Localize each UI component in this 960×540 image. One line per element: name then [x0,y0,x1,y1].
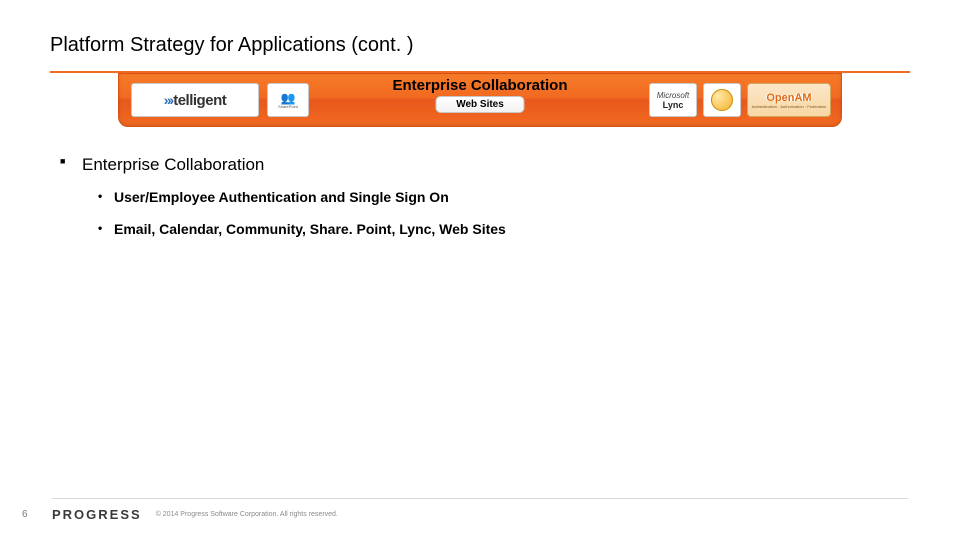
sharepoint-logo: 👥 SharePoint [267,83,309,117]
bullet-level2: Email, Calendar, Community, Share. Point… [114,221,910,237]
slide-footer: 6 PROGRESS © 2014 Progress Software Corp… [0,498,960,522]
collab-banner: »›telligent 👥 SharePoint Enterprise Coll… [118,73,842,127]
openam-logo: OpenAM Authentication · Authorization · … [747,83,831,117]
bullet-l1-text: Enterprise Collaboration [82,155,264,174]
telligent-logo: »›telligent [131,83,259,117]
bullet-level2: User/Employee Authentication and Single … [114,189,910,205]
sharepoint-text: SharePoint [278,104,298,109]
telligent-text: telligent [173,92,226,109]
openam-text: OpenAM [766,92,811,104]
slide-title: Platform Strategy for Applications (cont… [50,34,910,57]
people-icon: 👥 [281,92,296,104]
page-number: 6 [22,509,52,520]
progress-logo: PROGRESS [52,507,142,522]
lync-logo: Microsoft Lync [649,83,697,117]
banner-chip: Web Sites [435,96,525,113]
copyright-text: © 2014 Progress Software Corporation. Al… [156,511,338,518]
lync-text: Lync [663,100,684,110]
outlook-logo [703,83,741,117]
content-area: Enterprise Collaboration User/Employee A… [50,155,910,237]
bullet-level1: Enterprise Collaboration User/Employee A… [82,155,910,237]
clock-icon [711,89,733,111]
banner-heading: Enterprise Collaboration [392,77,567,94]
lync-brand-text: Microsoft [657,91,689,100]
banner-center: Enterprise Collaboration Web Sites [392,77,567,113]
banner-left-logos: »›telligent 👥 SharePoint [131,81,309,119]
banner-right-logos: Microsoft Lync OpenAM Authentication · A… [649,81,831,119]
footer-rule [52,498,908,499]
openam-subtext: Authentication · Authorization · Federat… [752,104,827,109]
